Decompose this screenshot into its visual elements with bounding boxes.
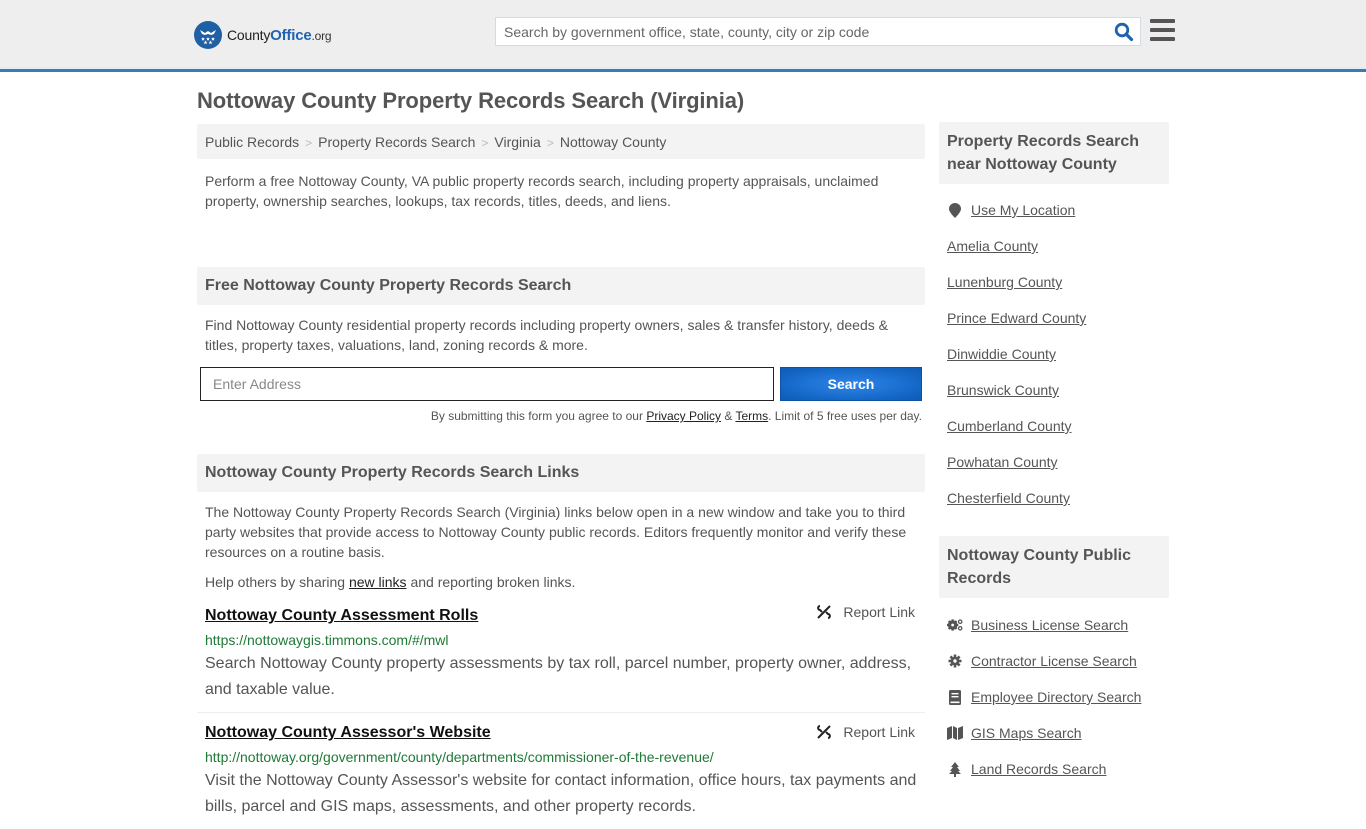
top-header: CountyOffice.org [0,0,1366,72]
terms-prefix: By submitting this form you agree to our [430,409,647,423]
county-link-powhatan[interactable]: Powhatan County [947,454,1058,470]
result-url: https://nottowaygis.timmons.com/#/mwl [205,632,449,648]
public-records-heading: Nottoway County Public Records [939,536,1169,598]
search-icon[interactable] [1114,22,1134,42]
breadcrumb-separator: > [481,136,489,150]
intro-text: Perform a free Nottoway County, VA publi… [205,173,879,209]
nearby-list: Use My Location Amelia County Lunenburg … [939,192,1169,516]
new-links-link[interactable]: new links [349,574,407,590]
nearby-county-item: Brunswick County [947,372,1161,408]
result-item: Nottoway County Assessment Rolls Report … [197,602,925,713]
county-link-prince-edward[interactable]: Prince Edward County [947,310,1086,326]
report-link-button[interactable]: Report Link [816,724,915,740]
county-link-chesterfield[interactable]: Chesterfield County [947,490,1070,506]
breadcrumb-nottoway-county[interactable]: Nottoway County [560,134,667,150]
address-input[interactable] [200,367,774,401]
nearby-county-item: Powhatan County [947,444,1161,480]
public-record-item: Business License Search [947,607,1161,643]
public-record-item: Contractor License Search [947,643,1161,679]
contractor-license-search-link[interactable]: Contractor License Search [971,653,1137,669]
county-link-cumberland[interactable]: Cumberland County [947,418,1072,434]
breadcrumb-separator: > [305,136,313,150]
map-icon [947,726,963,740]
gis-maps-search-link[interactable]: GIS Maps Search [971,725,1082,741]
nearby-county-item: Amelia County [947,228,1161,264]
use-location-item: Use My Location [947,192,1161,228]
book-icon [947,689,963,705]
public-record-item: GIS Maps Search [947,715,1161,751]
links-description: The Nottoway County Property Records Sea… [205,504,907,560]
site-search [495,17,1141,46]
tree-icon [947,761,963,777]
result-url: http://nottoway.org/government/county/de… [205,749,714,765]
cog-icon [947,654,963,668]
help-text: Help others by sharing new links and rep… [197,562,925,602]
cogs-icon [947,618,963,632]
public-record-item: Land Records Search [947,751,1161,787]
public-record-item: Employee Directory Search [947,679,1161,715]
address-search-form: Search [197,367,925,407]
report-link-label: Report Link [843,604,915,620]
logo-org: .org [311,28,332,43]
terms-notice: By submitting this form you agree to our… [197,409,925,454]
map-marker-icon [947,202,963,218]
county-link-dinwiddie[interactable]: Dinwiddie County [947,346,1056,362]
report-link-button[interactable]: Report Link [816,604,915,620]
sidebar-nearby: Property Records Search near Nottoway Co… [939,122,1169,516]
county-link-amelia[interactable]: Amelia County [947,238,1038,254]
broken-link-icon [817,725,832,739]
county-link-lunenburg[interactable]: Lunenburg County [947,274,1062,290]
links-heading: Nottoway County Property Records Search … [197,454,925,492]
free-search-heading: Free Nottoway County Property Records Se… [197,267,925,305]
terms-link[interactable]: Terms [735,409,768,423]
business-license-search-link[interactable]: Business License Search [971,617,1128,633]
free-search-description: Find Nottoway County residential propert… [205,317,888,353]
menu-bar [1150,28,1175,32]
logo-county: County [227,26,271,43]
help-suffix: and reporting broken links. [406,574,576,590]
menu-bar [1150,19,1175,23]
county-link-brunswick[interactable]: Brunswick County [947,382,1059,398]
logo-wordmark: CountyOffice.org [227,26,332,44]
land-records-search-link[interactable]: Land Records Search [971,761,1106,777]
nearby-county-item: Lunenburg County [947,264,1161,300]
terms-suffix: . Limit of 5 free uses per day. [768,409,922,423]
site-search-input[interactable] [496,18,1096,45]
result-title-link[interactable]: Nottoway County Assessor's Website [205,722,917,744]
result-description: Visit the Nottoway County Assessor's web… [205,772,917,815]
breadcrumb-property-records-search[interactable]: Property Records Search [318,134,475,150]
menu-bar [1150,37,1175,41]
result-item: Nottoway County Assessor's Website Repor… [197,713,925,829]
breadcrumb-public-records[interactable]: Public Records [205,134,299,150]
sidebar-public-records: Nottoway County Public Records Business … [939,536,1169,787]
result-description: Search Nottoway County property assessme… [205,655,912,698]
breadcrumb: Public Records > Property Records Search > V… [197,124,925,159]
help-prefix: Help others by sharing [205,574,349,590]
public-records-list: Business License Search Contractor Licen… [939,607,1169,787]
use-my-location-link[interactable]: Use My Location [971,202,1075,218]
eagle-logo-icon [194,21,222,49]
result-title-link[interactable]: Nottoway County Assessment Rolls [205,605,917,627]
breadcrumb-separator: > [546,136,554,150]
address-search-button[interactable]: Search [780,367,922,401]
nearby-county-item: Dinwiddie County [947,336,1161,372]
privacy-policy-link[interactable]: Privacy Policy [646,409,721,423]
main-content: Public Records > Property Records Search > V… [197,124,925,829]
terms-amp: & [721,409,736,423]
nearby-county-item: Cumberland County [947,408,1161,444]
hamburger-menu-icon[interactable] [1150,19,1175,41]
page-title: Nottoway County Property Records Search … [197,88,745,113]
nearby-county-item: Chesterfield County [947,480,1161,516]
site-logo[interactable]: CountyOffice.org [194,21,332,49]
broken-link-icon [817,605,832,619]
nearby-county-item: Prince Edward County [947,300,1161,336]
breadcrumb-virginia[interactable]: Virginia [494,134,540,150]
report-link-label: Report Link [843,724,915,740]
employee-directory-search-link[interactable]: Employee Directory Search [971,689,1141,705]
logo-office: Office [270,26,312,44]
nearby-heading: Property Records Search near Nottoway Co… [939,122,1169,184]
